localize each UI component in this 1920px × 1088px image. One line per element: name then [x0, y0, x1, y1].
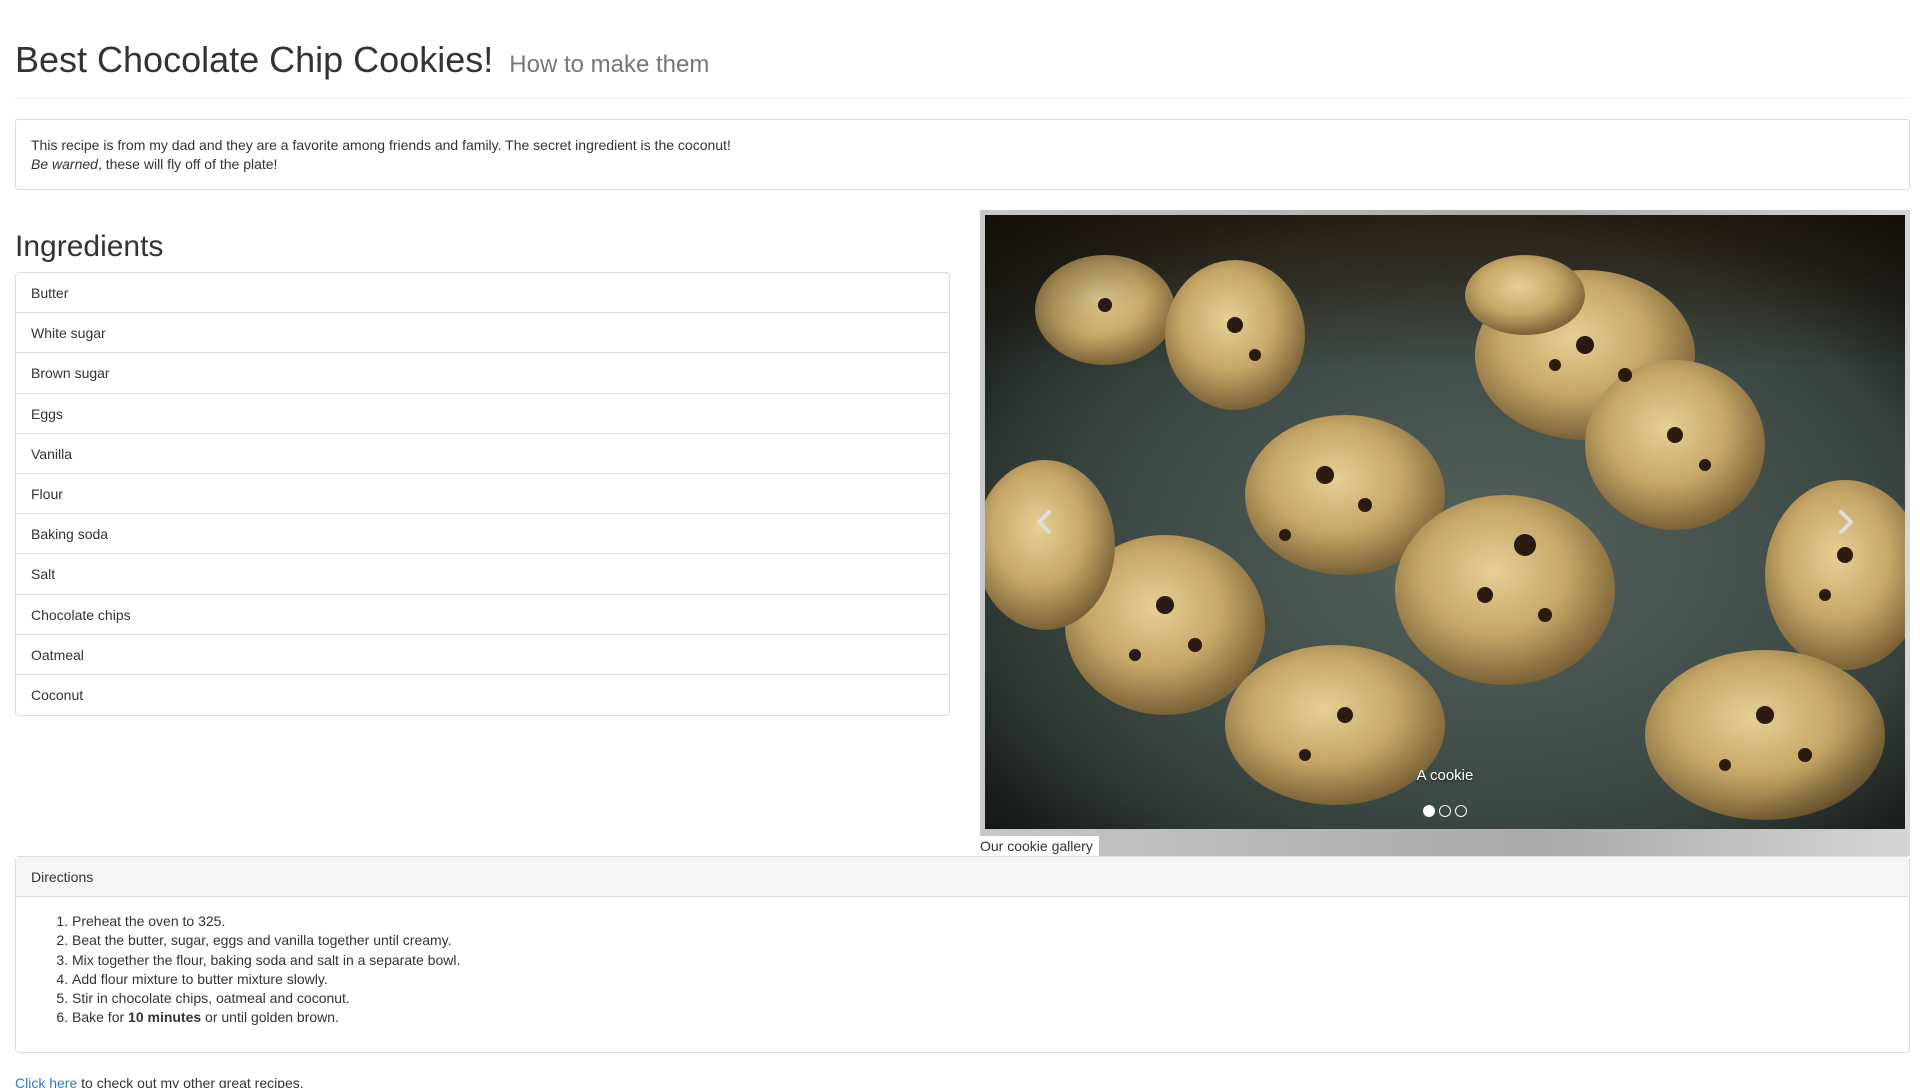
page-title: Best Chocolate Chip Cookies! How to make…: [15, 30, 1910, 95]
chevron-left-icon: [1037, 510, 1051, 534]
ingredient-item: Oatmeal: [16, 635, 949, 675]
carousel-indicator-3[interactable]: [1455, 805, 1467, 817]
carousel[interactable]: A cookie: [985, 215, 1905, 829]
directions-panel: Directions Preheat the oven to 325. Beat…: [15, 856, 1910, 1053]
page-title-text: Best Chocolate Chip Cookies!: [15, 39, 494, 80]
ingredient-item: White sugar: [16, 313, 949, 354]
carousel-indicator-1[interactable]: [1423, 805, 1435, 817]
intro-warning-emphasis: Be warned: [31, 156, 98, 172]
ingredient-item: Brown sugar: [16, 353, 949, 394]
chevron-right-icon: [1839, 510, 1853, 534]
carousel-indicator-2[interactable]: [1439, 805, 1451, 817]
directions-list: Preheat the oven to 325. Beat the butter…: [16, 897, 1909, 1028]
direction-step: Preheat the oven to 325.: [72, 912, 1894, 931]
final-step-time: 10 minutes: [128, 1009, 202, 1026]
carousel-next-button[interactable]: [1785, 215, 1905, 829]
intro-warning: Be warned, these will fly off of the pla…: [31, 155, 1894, 174]
page-subtitle: How to make them: [509, 51, 710, 78]
ingredient-item: Flour: [16, 474, 949, 515]
ingredient-item: Coconut: [31, 686, 84, 703]
direction-step: Stir in chocolate chips, oatmeal and coc…: [72, 989, 1894, 1008]
direction-step: Mix together the flour, baking soda and …: [72, 951, 1894, 970]
ingredients-list: Butter White sugar Brown sugar Eggs Vani…: [15, 272, 950, 717]
ingredient-item: Vanilla: [16, 434, 949, 474]
ingredient-item: Salt: [16, 554, 949, 595]
recipe-page: Best Chocolate Chip Cookies! How to make…: [0, 0, 1920, 1088]
ingredient-item: Baking soda: [16, 514, 949, 555]
footer-text: to check out my other great recipes.: [77, 1075, 304, 1088]
other-recipes-link[interactable]: Click here: [15, 1075, 77, 1088]
direction-step: Add flour mixture to butter mixture slow…: [72, 970, 1894, 989]
ingredients-heading: Ingredients: [15, 230, 164, 263]
intro-warning-rest: , these will fly off of the plate!: [97, 156, 278, 172]
carousel-indicators: [985, 805, 1905, 817]
intro-well: This recipe is from my dad and they are …: [15, 119, 1910, 190]
final-step-after: or until golden brown.: [201, 1009, 339, 1026]
ingredient-item: Butter: [16, 273, 949, 314]
ingredient-item: Eggs: [16, 394, 949, 434]
carousel-caption: A cookie: [1416, 767, 1474, 784]
gallery-label: Our cookie gallery: [980, 836, 1099, 856]
direction-step-final: Bake for 10 minutes or until golden brow…: [72, 1008, 1894, 1027]
directions-heading: Directions: [16, 857, 1909, 897]
page-header: Best Chocolate Chip Cookies! How to make…: [15, 30, 1910, 99]
cookie-photo: [985, 215, 1905, 829]
intro-text: This recipe is from my dad and they are …: [31, 137, 731, 153]
cookie-gallery: A cookie Our cookie gallery: [980, 210, 1910, 856]
direction-step: Beat the butter, sugar, eggs and vanilla…: [72, 931, 1894, 950]
footer-line: Click here to check out my other great r…: [15, 1074, 304, 1088]
carousel-prev-button[interactable]: [985, 215, 1105, 829]
final-step-before: Bake for: [72, 1009, 129, 1026]
ingredient-item: Chocolate chips: [16, 595, 949, 635]
